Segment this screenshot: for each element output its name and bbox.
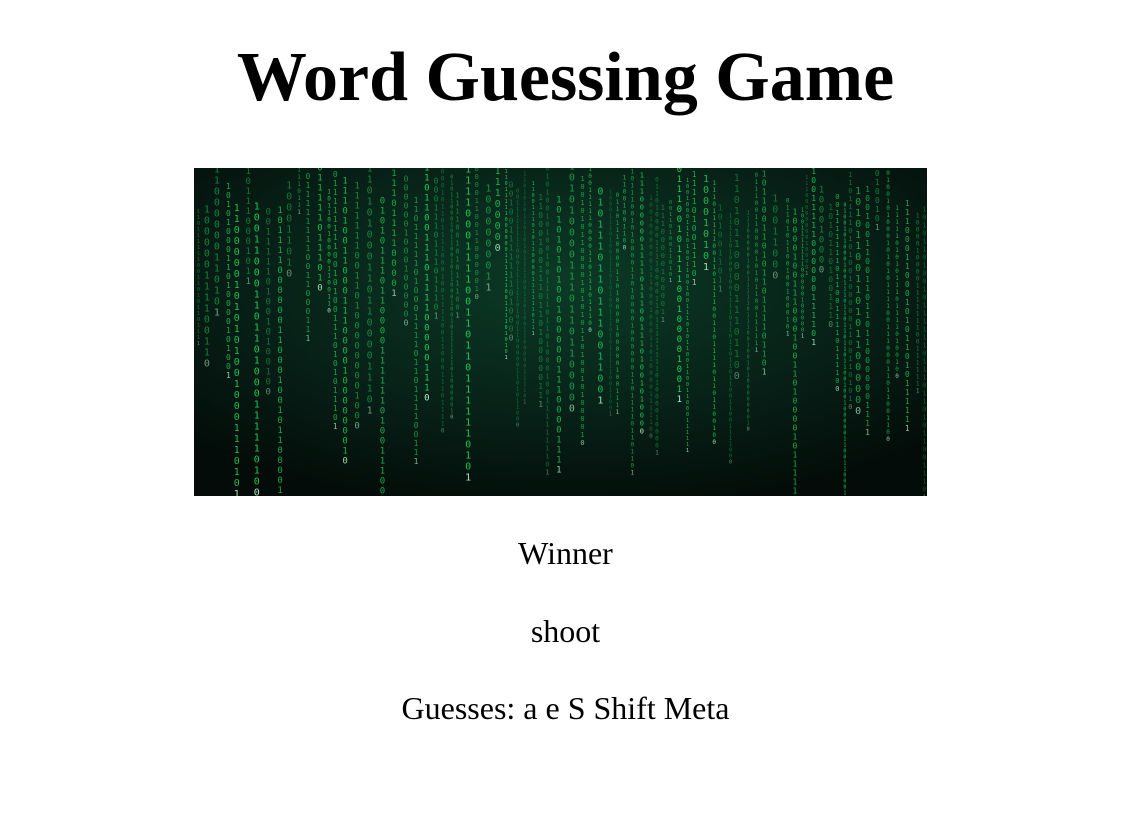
code-column: 01101110000110100001000001001111	[616, 192, 620, 416]
code-column: 110000010101010010001110101	[234, 203, 240, 496]
code-column: 1110110011101111000001110	[424, 168, 429, 404]
code-column: 1111101000100111101101101101100110011110…	[729, 214, 732, 466]
code-column: 001001111111010000	[509, 180, 514, 342]
code-column: 1111111001101000000001000	[354, 182, 359, 432]
code-column: 101111000000110001001011000011	[277, 206, 282, 496]
code-column: 101100100001100110	[327, 188, 331, 314]
code-column: 101110001011	[246, 168, 251, 287]
code-column: 0011111110110011110111100	[835, 193, 839, 393]
code-column: 10101101001110	[828, 203, 833, 329]
code-column: 0111111110011000111	[306, 172, 311, 343]
code-column: 0001110111011101	[434, 176, 439, 320]
code-column: 0110100001111000011011111111010000100001	[655, 177, 659, 457]
code-column: 11101001100011100001000000010	[342, 177, 347, 467]
code-column: 0111110111010	[317, 168, 322, 293]
code-column: 1011100101000011010000100000011011110110…	[631, 168, 635, 476]
code-column: 0100111110000110111011100	[588, 168, 592, 334]
page-title: Word Guessing Game	[236, 39, 895, 116]
code-column: 110101011010101111001101001100000111101	[523, 172, 526, 406]
code-column: 1110000010011111011100100101000000010	[747, 210, 750, 432]
code-column: 0101011101100001111110100111000	[380, 197, 385, 496]
code-column: 110111101010010000011001101010	[848, 171, 852, 411]
code-column: 1111001010111001	[455, 191, 459, 319]
code-column: 1001010110000101010110100101000010	[580, 175, 584, 447]
code-column: 111100000	[495, 168, 501, 254]
code-column: 1010011011	[718, 204, 723, 294]
code-column: 1001001100110110110000001111	[865, 185, 870, 437]
code-column: 1001001010001010101111001110001101100110…	[886, 168, 890, 443]
code-column: 0100101000100111011011011011001001000001…	[843, 203, 846, 497]
guesses-list: a e S Shift Meta	[523, 690, 730, 726]
game-status-text: Winner	[518, 535, 613, 571]
matrix-code-rain-graphic: 1 1 0 1 1 1 1 1 1 0 0 1 1 0 1 0 1 1 0 1 1 1 1 1 0 0 0 0 0 1 1 1 1 0 0 1 1 0 1 1…	[194, 168, 927, 496]
code-column: 0100010110111100010011110011000111011110	[441, 168, 445, 435]
code-column: 010011111000000111101	[811, 168, 816, 347]
code-column: 10001110100111010100111010111110011001	[609, 190, 612, 418]
code-column: 11110001111001101101111110101	[465, 168, 471, 483]
code-column: 0011111111000111111010011000001101011000	[516, 189, 519, 429]
code-column: 100001001110001001101000010111111	[793, 208, 798, 497]
code-column: 1001111111000001000001	[801, 207, 804, 339]
code-column: 11011111100110101101111	[197, 209, 200, 347]
code-column: 1011100101111001000010011	[677, 168, 682, 405]
code-column: 0011111010010100100	[266, 208, 271, 398]
code-column: 100010101	[703, 174, 709, 273]
code-column: 010100101001001111011010001001111111101	[545, 168, 549, 477]
code-column: 1010101010010000011100001111	[556, 195, 561, 475]
code-column: 00110100110101	[669, 200, 672, 284]
code-column: 10101000011101101100000	[569, 168, 575, 414]
code-column: 01011101101110011001	[597, 187, 603, 407]
code-column: 0101100010110010110001001011111101000001…	[450, 175, 453, 421]
code-column: 11100000000100001	[805, 175, 808, 277]
code-column: 11100011000101011010111111	[905, 199, 910, 433]
code-column: 000001100110000010	[475, 168, 479, 301]
code-column: 01110011000010101100111111	[755, 172, 759, 354]
code-column: 10010000001110001000110100001111100	[649, 195, 653, 440]
code-column: 1010100011010000101001	[226, 182, 231, 380]
code-column: 01101011001001000101	[786, 198, 790, 338]
code-column: 1000000011	[485, 184, 491, 294]
code-column: 00000010001000000	[404, 174, 409, 327]
guesses-text: Guesses: a e S Shift Meta	[0, 688, 1131, 728]
matrix-code-image: 11011111100110101101111 100000111100110 11…	[194, 168, 927, 496]
code-column: 11001110101100001111110111	[532, 181, 535, 337]
code-column: 100010000	[819, 186, 824, 276]
code-column: 111000001000011	[661, 204, 665, 324]
code-column: 10000100001111111001111111	[916, 212, 920, 394]
code-column: 1001111111100101001110101011101	[333, 168, 338, 431]
code-column: 1110111100001	[391, 169, 396, 299]
code-column: 110001001110110100000111	[538, 193, 543, 409]
code-column: 1010110100101111110111011010110011101	[922, 206, 926, 496]
code-column: 1110110011010110111101101	[762, 168, 767, 377]
code-column: 011011111000000111111001111010101	[505, 168, 508, 361]
code-column: 110111110100011110110111100111	[414, 196, 419, 466]
code-column: 001110111	[297, 168, 301, 216]
code-column: 1111101010111011110100100	[895, 205, 899, 380]
code-column: 100011010	[286, 181, 292, 280]
code-column: 11101111100110111100110111101101100100	[712, 180, 716, 446]
secret-word-text: shoot	[530, 613, 601, 649]
code-column: 100000111100110	[204, 205, 210, 370]
code-column: 011010100011011000011101	[367, 168, 373, 417]
code-column: 1101011000011101100	[734, 173, 740, 382]
code-column: 01111010011101	[692, 168, 697, 287]
code-column: 1001000111010011001001110101100110011000…	[686, 178, 689, 454]
code-column: 101011001101011000000	[855, 186, 861, 417]
code-column: 111000000110101	[214, 168, 220, 318]
guesses-label: Guesses:	[401, 690, 516, 726]
code-column: 100110001101101000111110100	[254, 202, 260, 496]
code-column: 10011000	[772, 193, 778, 281]
code-column: 10100101	[875, 168, 880, 232]
code-column: 111000000111101110011101001010000	[640, 172, 644, 436]
code-column: 11001001100	[623, 175, 627, 252]
